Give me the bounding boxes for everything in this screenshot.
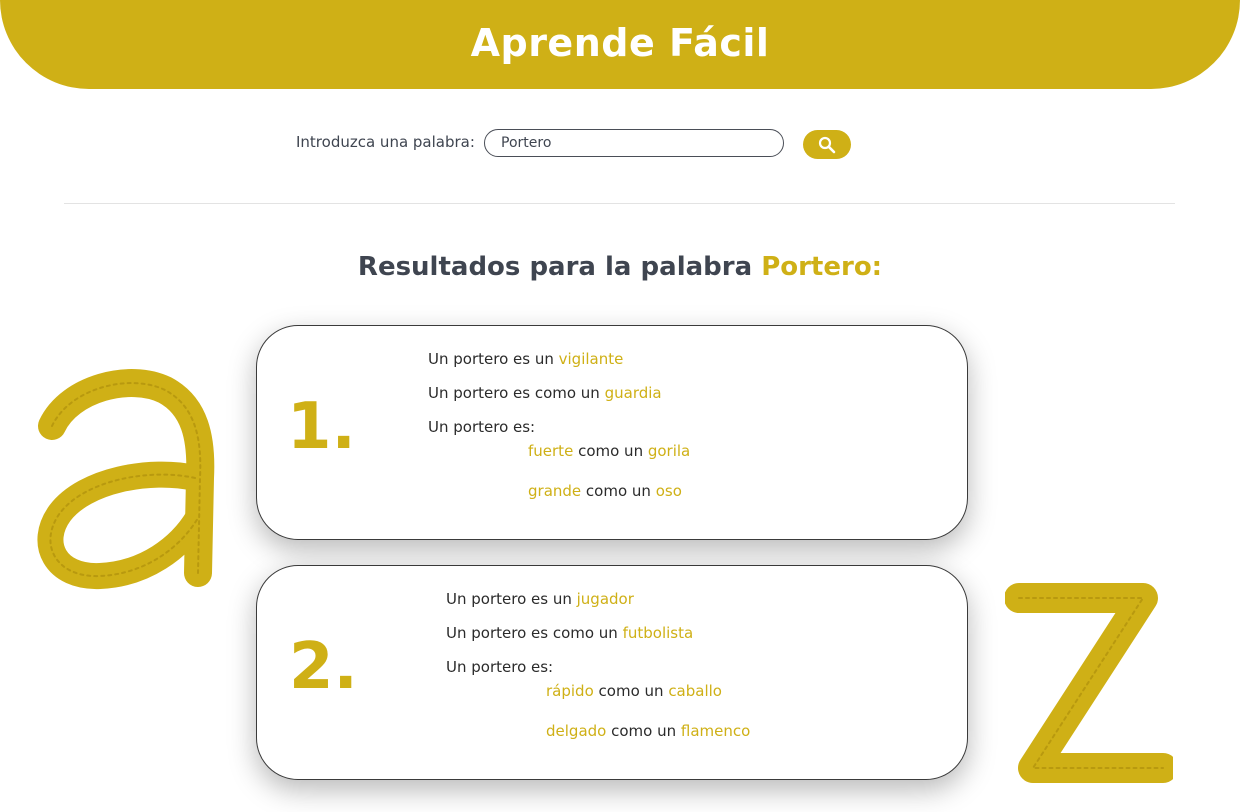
card-line-3: Un portero es: bbox=[446, 658, 554, 676]
card-keyword[interactable]: jugador bbox=[577, 590, 634, 608]
card-keyword[interactable]: futbolista bbox=[623, 624, 694, 642]
card-line-1: Un portero es un vigilante bbox=[428, 350, 624, 368]
results-title-word: Portero: bbox=[761, 252, 883, 282]
card-keyword[interactable]: vigilante bbox=[559, 350, 624, 368]
search-button[interactable] bbox=[803, 130, 851, 159]
letter-z-sketch bbox=[1005, 583, 1173, 783]
card-comparison-1: fuerte como un gorila bbox=[528, 442, 691, 460]
results-title: Resultados para la palabra Portero: bbox=[0, 252, 1240, 282]
search-input[interactable] bbox=[484, 129, 784, 157]
results-title-prefix: Resultados para la palabra bbox=[357, 252, 753, 282]
card-line-1: Un portero es un jugador bbox=[446, 590, 634, 608]
header-banner: Aprende Fácil bbox=[0, 0, 1240, 89]
card-number: 2. bbox=[289, 630, 358, 704]
card-line-2: Un portero es como un guardia bbox=[428, 384, 662, 402]
search-label: Introduzca una palabra: bbox=[296, 133, 475, 151]
divider bbox=[64, 203, 1175, 204]
letter-a-sketch bbox=[37, 369, 215, 590]
result-card-2: 2. Un portero es un jugador Un portero e… bbox=[256, 565, 968, 780]
card-keyword[interactable]: guardia bbox=[605, 384, 662, 402]
result-card-1: 1. Un portero es un vigilante Un portero… bbox=[256, 325, 968, 540]
app-title: Aprende Fácil bbox=[470, 20, 770, 65]
card-comparison-2: delgado como un flamenco bbox=[546, 722, 751, 740]
card-comparison-2: grande como un oso bbox=[528, 482, 682, 500]
card-comparison-1: rápido como un caballo bbox=[546, 682, 722, 700]
card-line-2: Un portero es como un futbolista bbox=[446, 624, 694, 642]
card-number: 1. bbox=[287, 390, 356, 464]
search-icon bbox=[818, 136, 836, 153]
card-line-3: Un portero es: bbox=[428, 418, 536, 436]
